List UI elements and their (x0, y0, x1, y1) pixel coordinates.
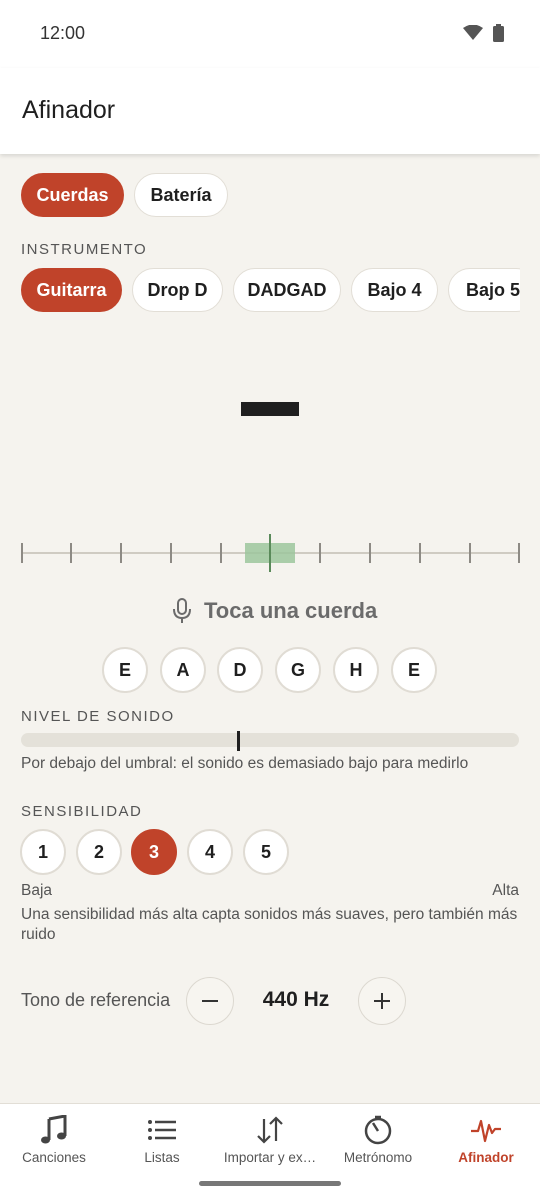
instrument-section-label: INSTRUMENTO (21, 241, 148, 258)
status-bar: 12:00 (0, 0, 540, 68)
string-button-a[interactable]: A (160, 647, 206, 693)
minus-icon (202, 1000, 218, 1002)
home-indicator[interactable] (199, 1181, 341, 1186)
sensitivity-description: Una sensibilidad más alta capta sonidos … (21, 906, 518, 943)
sound-level-message: Por debajo del umbral: el sonido es dema… (21, 755, 469, 772)
metronome-icon (360, 1114, 396, 1146)
string-button-e-low[interactable]: E (102, 647, 148, 693)
scale-tick (21, 543, 23, 563)
import-export-icon (252, 1114, 288, 1146)
scale-tick (319, 543, 321, 563)
scale-tick (369, 543, 371, 563)
tuning-scale (21, 534, 520, 572)
wifi-icon (463, 25, 483, 40)
sensitivity-option-2[interactable]: 2 (76, 829, 122, 875)
scale-tick (419, 543, 421, 563)
instrument-chip-guitarra[interactable]: Guitarra (21, 268, 122, 312)
scale-tick (120, 543, 122, 563)
tab-bateria[interactable]: Batería (134, 173, 228, 217)
tuning-needle (269, 534, 271, 572)
string-button-d[interactable]: D (217, 647, 263, 693)
nav-item-afinador[interactable]: Afinador (432, 1104, 540, 1200)
list-icon (144, 1114, 180, 1146)
scale-tick (518, 543, 520, 563)
sensitivity-label: SENSIBILIDAD (21, 803, 143, 820)
instrument-chip-bajo-5[interactable]: Bajo 5 (448, 268, 520, 312)
app-bar: Afinador (0, 68, 540, 154)
sensitivity-high-label: Alta (492, 882, 519, 899)
tab-cuerdas[interactable]: Cuerdas (21, 173, 124, 217)
scale-tick (70, 543, 72, 563)
scale-tick (220, 543, 222, 563)
nav-label-canciones: Canciones (22, 1150, 86, 1165)
string-button-h[interactable]: H (333, 647, 379, 693)
play-string-prompt: Toca una cuerda (172, 596, 377, 626)
sensitivity-option-3[interactable]: 3 (131, 829, 177, 875)
sensitivity-option-4[interactable]: 4 (187, 829, 233, 875)
sound-level-threshold-marker (237, 731, 240, 751)
scale-tick (170, 543, 172, 563)
plus-icon (374, 993, 390, 1009)
prompt-text: Toca una cuerda (204, 598, 378, 623)
sound-level-label: NIVEL DE SONIDO (21, 708, 175, 725)
nav-label-metronomo: Metrónomo (343, 1150, 413, 1165)
instrument-chip-bajo-4[interactable]: Bajo 4 (351, 268, 438, 312)
instrument-chip-row: Guitarra Drop D DADGAD Bajo 4 Bajo 5 (0, 268, 520, 314)
note-display (241, 402, 299, 416)
decrease-reference-button[interactable] (186, 977, 234, 1025)
nav-item-metronomo[interactable]: Metrónomo (324, 1104, 432, 1200)
reference-tone-value: 440 Hz (262, 988, 330, 1011)
instrument-chip-drop-d[interactable]: Drop D (132, 268, 223, 312)
nav-item-canciones[interactable]: Canciones (0, 1104, 108, 1200)
string-button-e-high[interactable]: E (391, 647, 437, 693)
tuner-wave-icon (468, 1114, 504, 1146)
page-title: Afinador (22, 96, 116, 124)
battery-icon (493, 24, 504, 42)
nav-label-afinador: Afinador (458, 1150, 514, 1165)
sensitivity-option-1[interactable]: 1 (20, 829, 66, 875)
nav-label-importar: Importar y ex… (223, 1150, 317, 1165)
status-time: 12:00 (40, 23, 86, 43)
instrument-chip-dadgad[interactable]: DADGAD (233, 268, 341, 312)
sensitivity-option-5[interactable]: 5 (243, 829, 289, 875)
reference-tone-label: Tono de referencia (21, 990, 171, 1010)
status-icons (463, 24, 504, 42)
microphone-icon (173, 598, 191, 623)
sensitivity-low-label: Baja (21, 882, 53, 899)
music-note-icon (36, 1114, 72, 1146)
nav-label-listas: Listas (144, 1150, 180, 1165)
scale-tick (469, 543, 471, 563)
increase-reference-button[interactable] (358, 977, 406, 1025)
string-button-g[interactable]: G (275, 647, 321, 693)
sound-level-track (21, 733, 519, 747)
